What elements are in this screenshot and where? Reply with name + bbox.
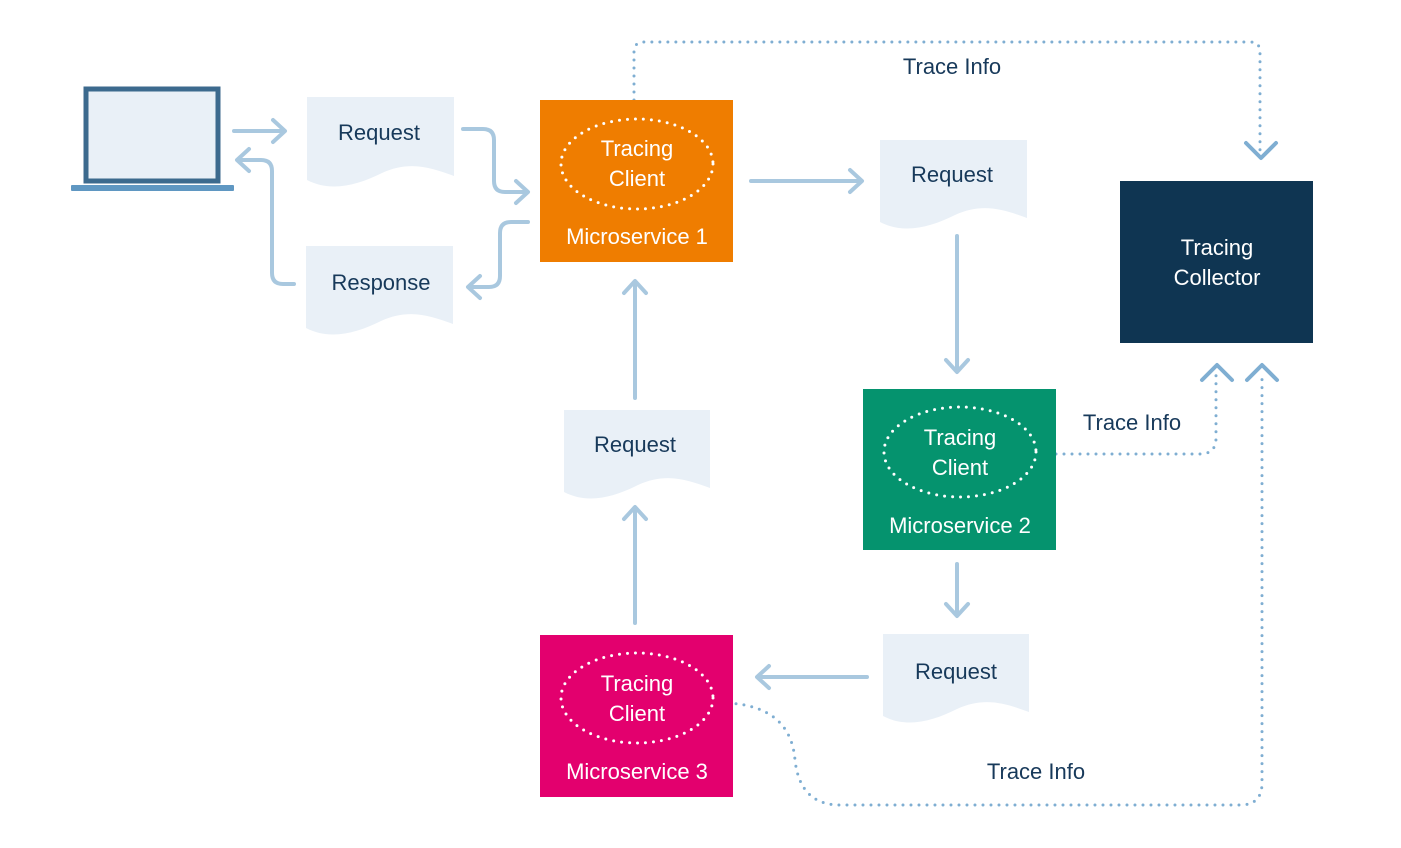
arrow-request-to-microservice-2 — [944, 234, 970, 374]
microservice-3: Tracing Client Microservice 3 — [540, 635, 733, 797]
response-document: Response — [306, 246, 453, 335]
arrow-microservice-1-to-response — [466, 220, 530, 300]
microservice-name: Microservice 2 — [889, 513, 1031, 538]
collector-label: Tracing — [1181, 235, 1254, 260]
arrow-request-to-microservice-1 — [622, 279, 648, 400]
diagram-canvas: Request Response Request Request Request… — [71, 40, 1313, 807]
tracing-client-label: Tracing — [601, 671, 674, 696]
arrow-request-to-microservice-3 — [755, 664, 869, 690]
microservice-name: Microservice 1 — [566, 224, 708, 249]
request-document-3: Request — [564, 410, 710, 499]
collector-label: Collector — [1174, 265, 1261, 290]
tracing-client-label: Tracing — [924, 425, 997, 450]
request-document-4: Request — [883, 634, 1029, 723]
tracing-collector: Tracing Collector — [1120, 181, 1313, 343]
trace-info-label: Trace Info — [903, 54, 1001, 79]
tracing-client-label: Tracing — [601, 136, 674, 161]
request-label: Request — [915, 659, 997, 684]
chevron-up-icon — [1200, 363, 1234, 382]
tracing-client-label: Client — [609, 701, 665, 726]
trace-info-label: Trace Info — [987, 759, 1085, 784]
distributed-tracing-diagram: Request Response Request Request Request… — [0, 0, 1401, 848]
response-label: Response — [331, 270, 430, 295]
laptop-icon — [71, 86, 234, 191]
tracing-client-label: Client — [609, 166, 665, 191]
request-label: Request — [594, 432, 676, 457]
microservice-2: Tracing Client Microservice 2 — [863, 389, 1056, 550]
arrow-laptop-to-request — [232, 118, 287, 144]
request-document-2: Request — [880, 140, 1027, 229]
trace-info-label: Trace Info — [1083, 410, 1181, 435]
arrow-response-to-laptop — [235, 147, 296, 286]
tracing-client-label: Client — [932, 455, 988, 480]
microservice-1: Tracing Client Microservice 1 — [540, 100, 733, 262]
request-label: Request — [911, 162, 993, 187]
arrow-request-to-microservice-1 — [461, 127, 530, 205]
arrow-microservice-2-to-request — [944, 562, 970, 618]
arrow-microservice-3-to-request — [622, 505, 648, 625]
arrow-microservice-1-to-request — [749, 168, 864, 194]
chevron-up-icon — [1245, 363, 1279, 382]
request-label: Request — [338, 120, 420, 145]
microservice-name: Microservice 3 — [566, 759, 708, 784]
request-document-1: Request — [307, 97, 454, 187]
